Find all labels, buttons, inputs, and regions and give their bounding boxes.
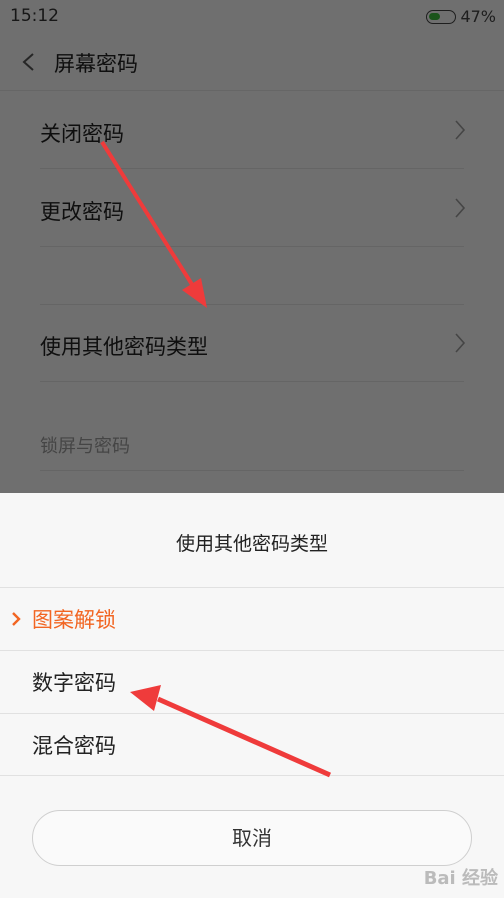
battery-icon <box>426 10 456 24</box>
list-item-label: 关闭密码 <box>40 122 124 146</box>
page-title: 屏幕密码 <box>54 52 138 76</box>
divider <box>40 470 464 471</box>
sheet-title: 使用其他密码类型 <box>175 533 328 555</box>
list-item-other-password-type[interactable]: 使用其他密码类型 <box>0 305 504 381</box>
option-mixed-password[interactable]: 混合密码 <box>0 713 504 776</box>
back-icon[interactable] <box>20 52 38 72</box>
battery-level <box>429 13 440 20</box>
option-pattern-unlock[interactable]: 图案解锁 <box>0 587 504 650</box>
chevron-right-icon <box>455 198 466 218</box>
watermark: Bai 经验 <box>423 868 498 889</box>
chevron-right-icon <box>455 333 466 353</box>
option-label: 图案解锁 <box>32 608 116 632</box>
option-label: 混合密码 <box>32 734 116 758</box>
list-item-label: 更改密码 <box>40 200 124 224</box>
section-label: 锁屏与密码 <box>40 436 130 457</box>
status-bar: 15:12 47% <box>0 0 504 34</box>
list-item-close-password[interactable]: 关闭密码 <box>0 91 504 169</box>
cancel-button[interactable]: 取消 <box>32 810 472 866</box>
list-item-label: 使用其他密码类型 <box>40 335 208 359</box>
divider <box>40 381 464 382</box>
chevron-right-icon <box>455 120 466 140</box>
option-label: 数字密码 <box>32 671 116 695</box>
status-time: 15:12 <box>10 6 59 26</box>
password-type-sheet: 使用其他密码类型 图案解锁 数字密码 混合密码 取消 <box>0 493 504 898</box>
selected-chevron-icon <box>12 612 21 626</box>
battery-percent: 47% <box>460 7 496 26</box>
divider <box>40 246 464 247</box>
app-header: 屏幕密码 <box>0 34 504 90</box>
option-numeric-password[interactable]: 数字密码 <box>0 650 504 713</box>
list-item-change-password[interactable]: 更改密码 <box>0 169 504 247</box>
